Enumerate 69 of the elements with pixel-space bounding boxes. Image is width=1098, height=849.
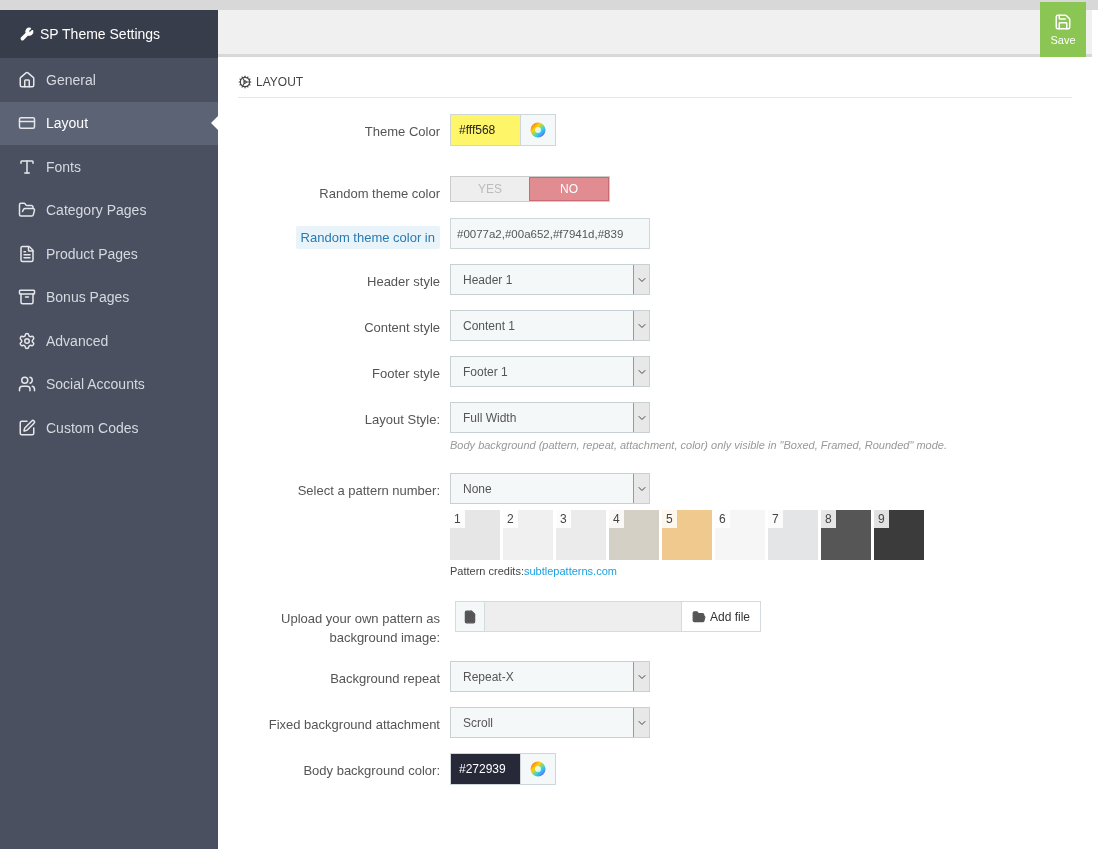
field-label: Upload your own pattern as background image: — [280, 610, 440, 647]
color-picker[interactable]: #272939 — [450, 753, 556, 785]
field-label: Footer style — [372, 365, 440, 383]
archive-icon — [18, 288, 36, 307]
pattern-number: 2 — [503, 510, 518, 528]
pattern-swatch[interactable]: 2 — [503, 510, 553, 560]
pattern-swatch[interactable]: 4 — [609, 510, 659, 560]
pattern-number: 7 — [768, 510, 783, 528]
sidebar-item[interactable]: Custom Codes — [0, 406, 218, 450]
pattern-number: 8 — [821, 510, 836, 528]
sidebar-item[interactable]: Product Pages — [0, 232, 218, 276]
pattern-number: 3 — [556, 510, 571, 528]
font-icon — [18, 157, 36, 176]
field-label: Body background color: — [303, 762, 440, 780]
color-value-field[interactable]: #272939 — [451, 754, 520, 784]
color-value-field[interactable]: #fff568 — [451, 115, 520, 145]
color-wheel-icon — [530, 122, 546, 138]
color-picker[interactable]: #fff568 — [450, 114, 556, 146]
pattern-number: 9 — [874, 510, 889, 528]
wrench-icon — [20, 27, 34, 41]
home-icon — [18, 70, 36, 89]
select-field[interactable]: None — [450, 473, 650, 504]
field-label: Header style — [367, 273, 440, 291]
pattern-number: 6 — [715, 510, 730, 528]
select-field[interactable]: Scroll — [450, 707, 650, 738]
field-label: Select a pattern number: — [297, 482, 440, 500]
select-field[interactable]: Full Width — [450, 402, 650, 433]
pattern-swatch[interactable]: 5 — [662, 510, 712, 560]
active-pointer-icon — [211, 116, 218, 131]
pattern-swatch[interactable]: 8 — [821, 510, 871, 560]
sidebar-title: SP Theme Settings — [40, 26, 161, 42]
sidebar-item[interactable]: Fonts — [0, 145, 218, 189]
edit-icon — [18, 418, 36, 437]
pattern-number: 1 — [450, 510, 465, 528]
section-title: LAYOUT — [256, 75, 304, 89]
pattern-swatch[interactable]: 9 — [874, 510, 924, 560]
select-field[interactable]: Content 1 — [450, 310, 650, 341]
select-field[interactable]: Header 1 — [450, 264, 650, 295]
save-icon — [1054, 13, 1072, 31]
field-label: Random theme color — [319, 185, 440, 203]
field-label: Random theme color in — [295, 226, 440, 249]
users-icon — [18, 375, 36, 394]
help-text: Body background (pattern, repeat, attachment, color) only visible in "Boxed, Framed, Rounded" mode. — [450, 439, 948, 451]
sidebar-item[interactable]: Category Pages — [0, 188, 218, 232]
gears-icon — [238, 75, 252, 89]
select-field[interactable]: Footer 1 — [450, 356, 650, 387]
pattern-swatch[interactable]: 7 — [768, 510, 818, 560]
sidebar-item[interactable]: Social Accounts — [0, 362, 218, 406]
sidebar-item[interactable]: Bonus Pages — [0, 275, 218, 319]
select-field[interactable]: Repeat-X — [450, 661, 650, 692]
sidebar-item[interactable]: Advanced — [0, 319, 218, 363]
pattern-swatch[interactable]: 3 — [556, 510, 606, 560]
input-field[interactable]: #0077a2,#00a652,#f7941d,#839 — [450, 218, 650, 249]
sidebar-item[interactable]: Layout — [0, 101, 218, 145]
field-label: Content style — [364, 319, 440, 337]
pattern-number: 5 — [662, 510, 677, 528]
pattern-swatch[interactable]: 1 — [450, 510, 500, 560]
field-label: Background repeat — [330, 670, 440, 688]
sidebar-item[interactable]: General — [0, 58, 218, 102]
folder-icon — [18, 201, 36, 220]
credits-label: Pattern credits: — [450, 565, 524, 577]
color-wheel-icon — [530, 761, 546, 777]
pattern-number: 4 — [609, 510, 624, 528]
field-label: Theme Color — [364, 123, 440, 141]
pattern-swatch[interactable]: 6 — [715, 510, 765, 560]
settings-icon — [18, 331, 36, 350]
field-label: Fixed background attachment — [268, 716, 440, 734]
document-icon — [18, 244, 36, 263]
field-label: Layout Style: — [364, 411, 440, 429]
